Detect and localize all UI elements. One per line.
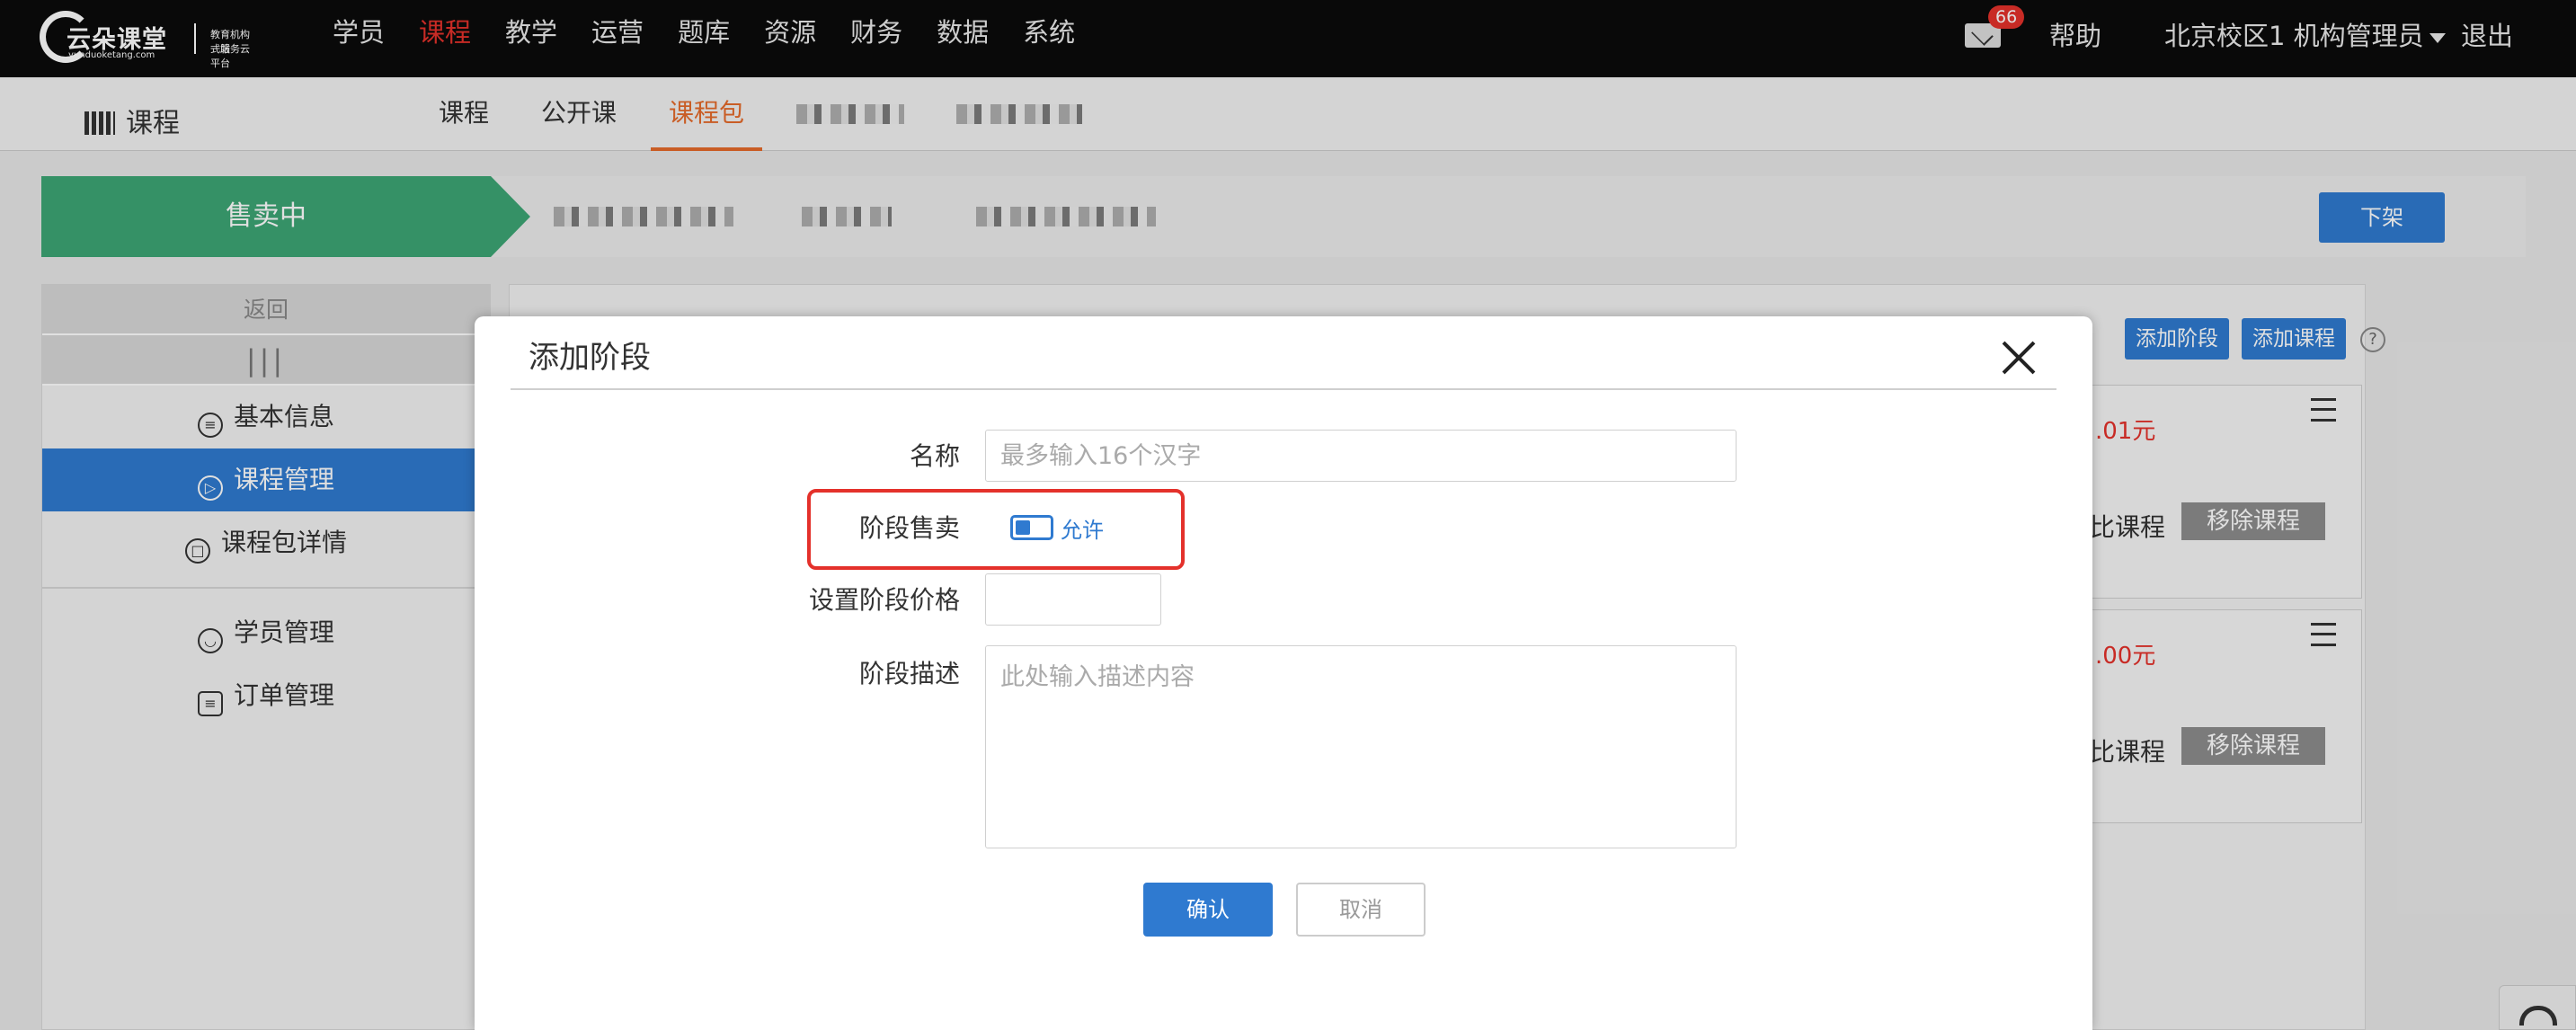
add-stage-dialog: 添加阶段 名称 阶段售卖 允许 设置阶段价格 阶段描述 确认 取消 (475, 316, 2092, 1030)
stage-description-textarea[interactable] (985, 645, 1737, 848)
stage-name-input[interactable] (985, 430, 1737, 482)
name-label: 名称 (909, 441, 960, 471)
close-icon[interactable] (1999, 338, 2039, 377)
cancel-button[interactable]: 取消 (1296, 883, 1426, 937)
dialog-divider (511, 388, 2056, 390)
stage-description-label: 阶段描述 (858, 659, 960, 688)
stage-price-input[interactable] (985, 573, 1161, 626)
stage-sell-toggle[interactable] (1010, 515, 1053, 540)
stage-sell-label: 阶段售卖 (858, 513, 960, 543)
stage-price-label: 设置阶段价格 (808, 585, 960, 615)
confirm-button[interactable]: 确认 (1143, 883, 1273, 937)
stage-sell-toggle-label[interactable]: 允许 (1061, 512, 1104, 544)
dialog-title: 添加阶段 (529, 340, 651, 376)
toggle-knob (1016, 520, 1030, 535)
